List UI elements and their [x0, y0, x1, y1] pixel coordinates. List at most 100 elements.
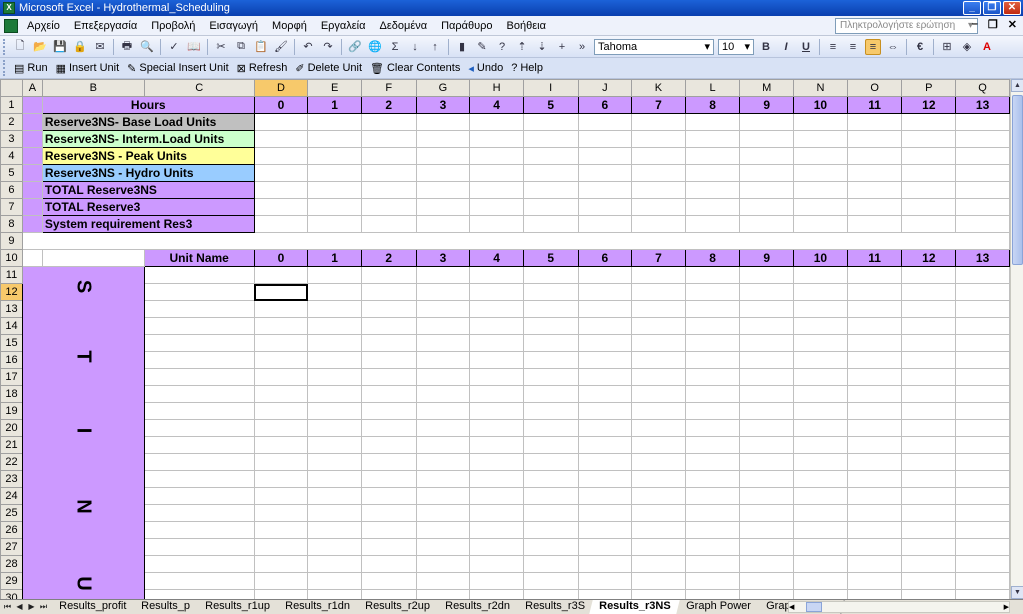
value-cell[interactable]: [253, 419, 309, 437]
value-cell[interactable]: [793, 130, 848, 148]
workbook-icon[interactable]: [4, 18, 18, 33]
sheet-tab[interactable]: Results_r2dn: [434, 600, 521, 614]
undo-icon[interactable]: ↶: [300, 39, 316, 55]
value-cell[interactable]: [739, 521, 795, 539]
value-cell[interactable]: [901, 181, 957, 199]
delete-unit-button[interactable]: ✐ Delete Unit: [291, 59, 366, 77]
row-header-22[interactable]: 22: [0, 453, 23, 471]
row-header-21[interactable]: 21: [0, 436, 23, 454]
value-cell[interactable]: [684, 436, 741, 454]
hscroll-thumb[interactable]: [806, 602, 823, 612]
value-cell[interactable]: [253, 215, 309, 233]
column-header-H[interactable]: H: [469, 79, 524, 97]
value-cell[interactable]: [469, 572, 524, 590]
row-header-30[interactable]: 30: [0, 589, 23, 599]
value-cell[interactable]: [955, 300, 1010, 318]
value-cell[interactable]: [469, 181, 524, 199]
cell-B10[interactable]: [41, 249, 145, 267]
value-cell[interactable]: [469, 113, 524, 131]
value-cell[interactable]: [469, 283, 524, 301]
column-header-B[interactable]: B: [41, 79, 145, 97]
value-cell[interactable]: [684, 164, 741, 182]
value-cell[interactable]: [415, 334, 471, 352]
value-cell[interactable]: [253, 521, 309, 539]
value-cell[interactable]: [577, 572, 633, 590]
value-cell[interactable]: [631, 266, 686, 284]
menu-data[interactable]: Δεδομένα: [373, 20, 435, 32]
align-left-icon[interactable]: ≡: [825, 39, 841, 55]
hours-header[interactable]: Hours: [41, 96, 255, 114]
value-cell[interactable]: [631, 419, 686, 437]
row-header-14[interactable]: 14: [0, 317, 23, 335]
value-cell[interactable]: [253, 368, 309, 386]
value-cell[interactable]: [739, 334, 795, 352]
value-cell[interactable]: [415, 130, 471, 148]
value-cell[interactable]: [901, 470, 957, 488]
value-cell[interactable]: [522, 453, 579, 471]
decrease-decimal-icon[interactable]: ⇣: [534, 39, 550, 55]
value-cell[interactable]: [253, 504, 309, 522]
column-header-P[interactable]: P: [901, 79, 957, 97]
hour-header-8[interactable]: 8: [684, 249, 741, 267]
value-cell[interactable]: [631, 385, 686, 403]
value-cell[interactable]: [684, 521, 741, 539]
value-cell[interactable]: [415, 487, 471, 505]
value-cell[interactable]: [739, 504, 795, 522]
value-cell[interactable]: [846, 113, 903, 131]
value-cell[interactable]: [901, 300, 957, 318]
value-cell[interactable]: [307, 351, 362, 369]
value-cell[interactable]: [739, 113, 795, 131]
reserve-row-label[interactable]: System requirement Res3: [41, 215, 255, 233]
value-cell[interactable]: [577, 470, 633, 488]
value-cell[interactable]: [955, 181, 1010, 199]
value-cell[interactable]: [522, 266, 579, 284]
horizontal-scrollbar[interactable]: ◀ ▶: [788, 601, 1010, 613]
next-sheet-icon[interactable]: ▶: [26, 602, 37, 612]
value-cell[interactable]: [360, 487, 417, 505]
value-cell[interactable]: [469, 555, 524, 573]
value-cell[interactable]: [793, 198, 848, 216]
value-cell[interactable]: [522, 419, 579, 437]
value-cell[interactable]: [846, 181, 903, 199]
value-cell[interactable]: [253, 198, 309, 216]
scroll-thumb[interactable]: [1012, 95, 1023, 265]
value-cell[interactable]: [360, 147, 417, 165]
scroll-up-icon[interactable]: ▲: [1011, 79, 1023, 92]
cell-A5[interactable]: [21, 164, 43, 182]
value-cell[interactable]: [901, 368, 957, 386]
column-header-M[interactable]: M: [739, 79, 795, 97]
value-cell[interactable]: [415, 300, 471, 318]
value-cell[interactable]: [901, 317, 957, 335]
value-cell[interactable]: [360, 402, 417, 420]
value-cell[interactable]: [253, 113, 309, 131]
value-cell[interactable]: [955, 351, 1010, 369]
row-header-7[interactable]: 7: [0, 198, 23, 216]
hour-header-4[interactable]: 4: [469, 249, 524, 267]
value-cell[interactable]: [469, 164, 524, 182]
value-cell[interactable]: [577, 504, 633, 522]
value-cell[interactable]: [415, 589, 471, 599]
value-cell[interactable]: [901, 487, 957, 505]
value-cell[interactable]: [577, 130, 633, 148]
value-cell[interactable]: [360, 436, 417, 454]
value-cell[interactable]: [253, 555, 309, 573]
value-cell[interactable]: [901, 555, 957, 573]
value-cell[interactable]: [577, 283, 633, 301]
toolbar-grip[interactable]: [3, 38, 7, 55]
value-cell[interactable]: [793, 453, 848, 471]
value-cell[interactable]: [955, 436, 1010, 454]
value-cell[interactable]: [577, 317, 633, 335]
value-cell[interactable]: [415, 555, 471, 573]
value-cell[interactable]: [739, 317, 795, 335]
value-cell[interactable]: [684, 538, 741, 556]
copy-icon[interactable]: ⧉: [233, 39, 249, 55]
border-add-icon[interactable]: +: [554, 39, 570, 55]
value-cell[interactable]: [631, 521, 686, 539]
hour-header-12[interactable]: 12: [901, 249, 957, 267]
value-cell[interactable]: [522, 164, 579, 182]
value-cell[interactable]: [469, 436, 524, 454]
value-cell[interactable]: [522, 147, 579, 165]
row-header-26[interactable]: 26: [0, 521, 23, 539]
value-cell[interactable]: [739, 215, 795, 233]
unit-name-header[interactable]: Unit Name: [143, 249, 255, 267]
